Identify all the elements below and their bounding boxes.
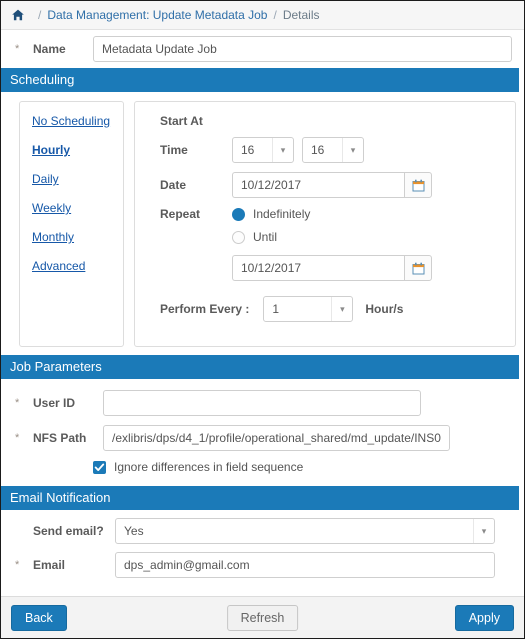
- user-id-label: User ID: [33, 396, 76, 410]
- name-input[interactable]: [93, 36, 512, 62]
- repeat-until-label: Until: [253, 230, 278, 244]
- user-id-row: * User ID: [1, 390, 524, 416]
- perform-every-row: Perform Every : 1 ▾ Hour/s: [160, 296, 505, 322]
- schedule-option-monthly[interactable]: Monthly: [32, 230, 74, 244]
- scheduling-details-panel: Start At Time 16 ▾ 16 ▾ Date 10/12/2017 …: [134, 101, 516, 347]
- breadcrumb-separator-1: /: [38, 8, 42, 22]
- time-hour-select[interactable]: 16 ▾: [232, 137, 294, 163]
- send-email-select[interactable]: Yes ▾: [115, 518, 495, 544]
- scheduling-section-header: Scheduling: [1, 68, 524, 92]
- footer-toolbar: Back Refresh Apply: [1, 596, 524, 638]
- ignore-field-sequence-row[interactable]: Ignore differences in field sequence: [1, 460, 524, 474]
- chevron-down-icon: ▾: [342, 138, 363, 162]
- home-icon[interactable]: [11, 8, 25, 22]
- nfs-path-label: NFS Path: [33, 431, 87, 445]
- nfs-path-required-mark: *: [15, 432, 20, 444]
- until-date-group: [232, 255, 432, 281]
- email-input[interactable]: [115, 552, 495, 578]
- name-field-row: * Name: [1, 30, 524, 68]
- time-row: Time 16 ▾ 16 ▾: [160, 137, 505, 163]
- chevron-down-icon: ▾: [473, 519, 494, 543]
- email-label: Email: [33, 558, 66, 572]
- name-required-mark: *: [15, 43, 20, 55]
- email-notification-section-header: Email Notification: [1, 486, 524, 510]
- nfs-path-row: * NFS Path: [1, 425, 524, 451]
- user-id-required-mark: *: [15, 397, 20, 409]
- breadcrumb-separator-2: /: [273, 8, 277, 22]
- user-id-input[interactable]: [103, 390, 421, 416]
- nfs-path-input[interactable]: [103, 425, 450, 451]
- schedule-option-hourly[interactable]: Hourly: [32, 143, 70, 157]
- time-minute-select[interactable]: 16 ▾: [302, 137, 364, 163]
- schedule-option-weekly[interactable]: Weekly: [32, 201, 71, 215]
- job-details-page: / Data Management: Update Metadata Job /…: [0, 0, 525, 639]
- time-label: Time: [160, 143, 188, 157]
- job-parameters-body: * User ID * NFS Path Ignore differences …: [1, 379, 524, 486]
- calendar-icon[interactable]: [404, 172, 432, 198]
- send-email-label: Send email?: [33, 524, 104, 538]
- breadcrumb: / Data Management: Update Metadata Job /…: [1, 1, 524, 30]
- chevron-down-icon: ▾: [331, 297, 352, 321]
- until-date-input[interactable]: [232, 255, 404, 281]
- send-email-row: Send email? Yes ▾: [1, 518, 524, 544]
- breadcrumb-current: Details: [282, 8, 320, 22]
- scheduling-body: No Scheduling Hourly Daily Weekly Monthl…: [1, 92, 524, 355]
- start-at-row: Start At: [160, 114, 505, 128]
- chevron-down-icon: ▾: [272, 138, 293, 162]
- time-minute-value: 16: [311, 143, 325, 157]
- time-hour-value: 16: [241, 143, 255, 157]
- repeat-until-radio[interactable]: [232, 230, 245, 244]
- repeat-until-row: Until: [232, 230, 505, 244]
- repeat-indefinitely-radio[interactable]: [232, 207, 245, 221]
- date-row: Date: [160, 172, 505, 198]
- repeat-row: Repeat Indefinitely: [160, 207, 505, 221]
- apply-button[interactable]: Apply: [454, 604, 514, 631]
- name-label: Name: [33, 42, 66, 56]
- ignore-field-sequence-checkbox[interactable]: [93, 460, 106, 474]
- perform-every-label: Perform Every :: [160, 302, 250, 316]
- scroll-gutter[interactable]: [519, 30, 524, 596]
- send-email-value: Yes: [124, 524, 144, 538]
- repeat-label: Repeat: [160, 207, 201, 221]
- perform-every-select[interactable]: 1 ▾: [263, 296, 354, 322]
- date-label: Date: [160, 178, 187, 192]
- email-address-row: * Email: [1, 552, 524, 578]
- refresh-button[interactable]: Refresh: [226, 604, 299, 631]
- calendar-icon[interactable]: [404, 255, 432, 281]
- perform-every-value: 1: [272, 302, 280, 316]
- email-notification-body: Send email? Yes ▾ * Email: [1, 510, 524, 595]
- back-button[interactable]: Back: [11, 604, 67, 631]
- start-date-input[interactable]: [232, 172, 404, 198]
- schedule-option-no-scheduling[interactable]: No Scheduling: [32, 114, 110, 128]
- scheduling-options-panel: No Scheduling Hourly Daily Weekly Monthl…: [19, 101, 124, 347]
- ignore-field-sequence-label: Ignore differences in field sequence: [114, 460, 304, 474]
- breadcrumb-parent-link[interactable]: Data Management: Update Metadata Job: [47, 8, 267, 22]
- perform-every-unit: Hour/s: [365, 302, 404, 316]
- schedule-option-advanced[interactable]: Advanced: [32, 259, 85, 273]
- start-at-label: Start At: [160, 114, 203, 128]
- repeat-indefinitely-label: Indefinitely: [253, 207, 311, 221]
- schedule-option-daily[interactable]: Daily: [32, 172, 59, 186]
- job-parameters-section-header: Job Parameters: [1, 355, 524, 379]
- start-date-group: [232, 172, 432, 198]
- email-required-mark: *: [15, 559, 20, 571]
